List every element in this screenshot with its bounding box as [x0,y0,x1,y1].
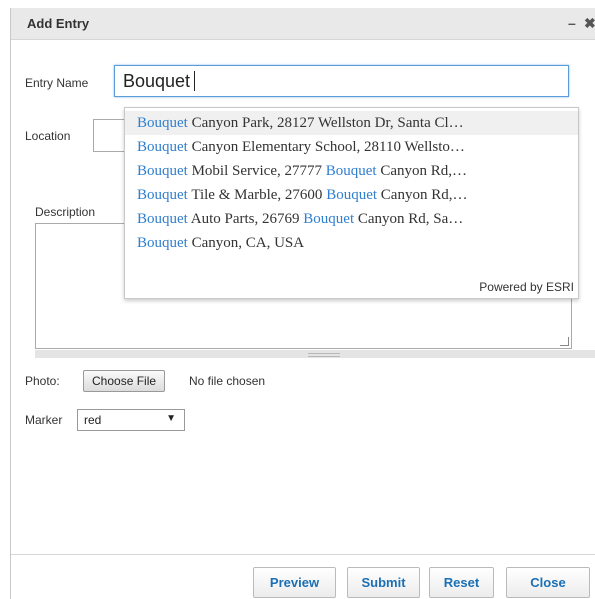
autocomplete-match-text: Bouquet [137,115,188,131]
powered-by-text: Powered by ESRI [479,280,574,294]
autocomplete-match-text: Bouquet [137,211,188,227]
reset-button[interactable]: Reset [429,567,494,598]
text-caret [194,71,196,91]
close-button[interactable]: Close [506,567,590,598]
no-file-text: No file chosen [189,374,266,388]
autocomplete-item[interactable]: Bouquet Mobil Service, 27777 Bouquet Can… [125,159,578,183]
autocomplete-item-text: Canyon, CA, USA [187,235,305,251]
dropdown-arrow-icon: ▼ [166,413,176,424]
photo-label: Photo: [25,374,60,388]
autocomplete-dropdown: Bouquet Canyon Park, 28127 Wellston Dr, … [124,107,579,299]
autocomplete-item-text: Canyon Rd,… [377,187,468,203]
autocomplete-item-text: Auto Parts, 26769 [187,211,304,227]
choose-file-button[interactable]: Choose File [83,370,166,392]
marker-label: Marker [25,413,63,427]
submit-button[interactable]: Submit [347,567,420,598]
marker-select-value: red [84,413,102,427]
autocomplete-item-text: Canyon Elementary School, 28110 Wellsto… [187,139,465,155]
autocomplete-item-text: Tile & Marble, 27600 [187,187,327,203]
autocomplete-item[interactable]: Bouquet Tile & Marble, 27600 Bouquet Can… [125,183,578,207]
autocomplete-match-text: Bouquet [137,187,188,203]
dialog-titlebar[interactable]: Add Entry – ✖ [11,8,595,40]
splitter-bar[interactable] [35,350,595,358]
autocomplete-item-text: Canyon Park, 28127 Wellston Dr, Santa Cl… [187,115,464,131]
autocomplete-match-text: Bouquet [137,163,188,179]
autocomplete-match-text: Bouquet [137,235,188,251]
autocomplete-match-text: Bouquet [325,163,377,179]
footer-divider [11,554,595,555]
resize-grip-icon[interactable] [560,337,569,346]
location-label: Location [25,129,71,143]
autocomplete-item-text: Canyon Rd, Sa… [354,211,464,227]
autocomplete-match-text: Bouquet [137,139,188,155]
autocomplete-item[interactable]: Bouquet Canyon, CA, USA [125,231,578,255]
add-entry-dialog: Add Entry – ✖ Entry Name Bouquet Locatio… [10,8,595,599]
marker-select[interactable]: red ▼ [77,409,185,431]
description-label: Description [35,205,96,219]
dialog-title: Add Entry [27,16,90,31]
autocomplete-item[interactable]: Bouquet Auto Parts, 26769 Bouquet Canyon… [125,207,578,231]
entry-name-input[interactable]: Bouquet [114,65,569,97]
close-icon[interactable]: ✖ [584,15,595,32]
minimize-icon[interactable]: – [568,15,576,31]
autocomplete-match-text: Bouquet [326,187,378,203]
autocomplete-item[interactable]: Bouquet Canyon Elementary School, 28110 … [125,135,578,159]
entry-name-label: Entry Name [25,76,89,90]
preview-button[interactable]: Preview [253,567,336,598]
autocomplete-item[interactable]: Bouquet Canyon Park, 28127 Wellston Dr, … [125,111,578,135]
splitter-grip-icon[interactable] [308,353,340,357]
entry-name-value: Bouquet [123,70,191,91]
autocomplete-match-text: Bouquet [303,211,355,227]
autocomplete-item-text: Canyon Rd,… [376,163,468,179]
autocomplete-item-text: Mobil Service, 27777 [187,163,326,179]
